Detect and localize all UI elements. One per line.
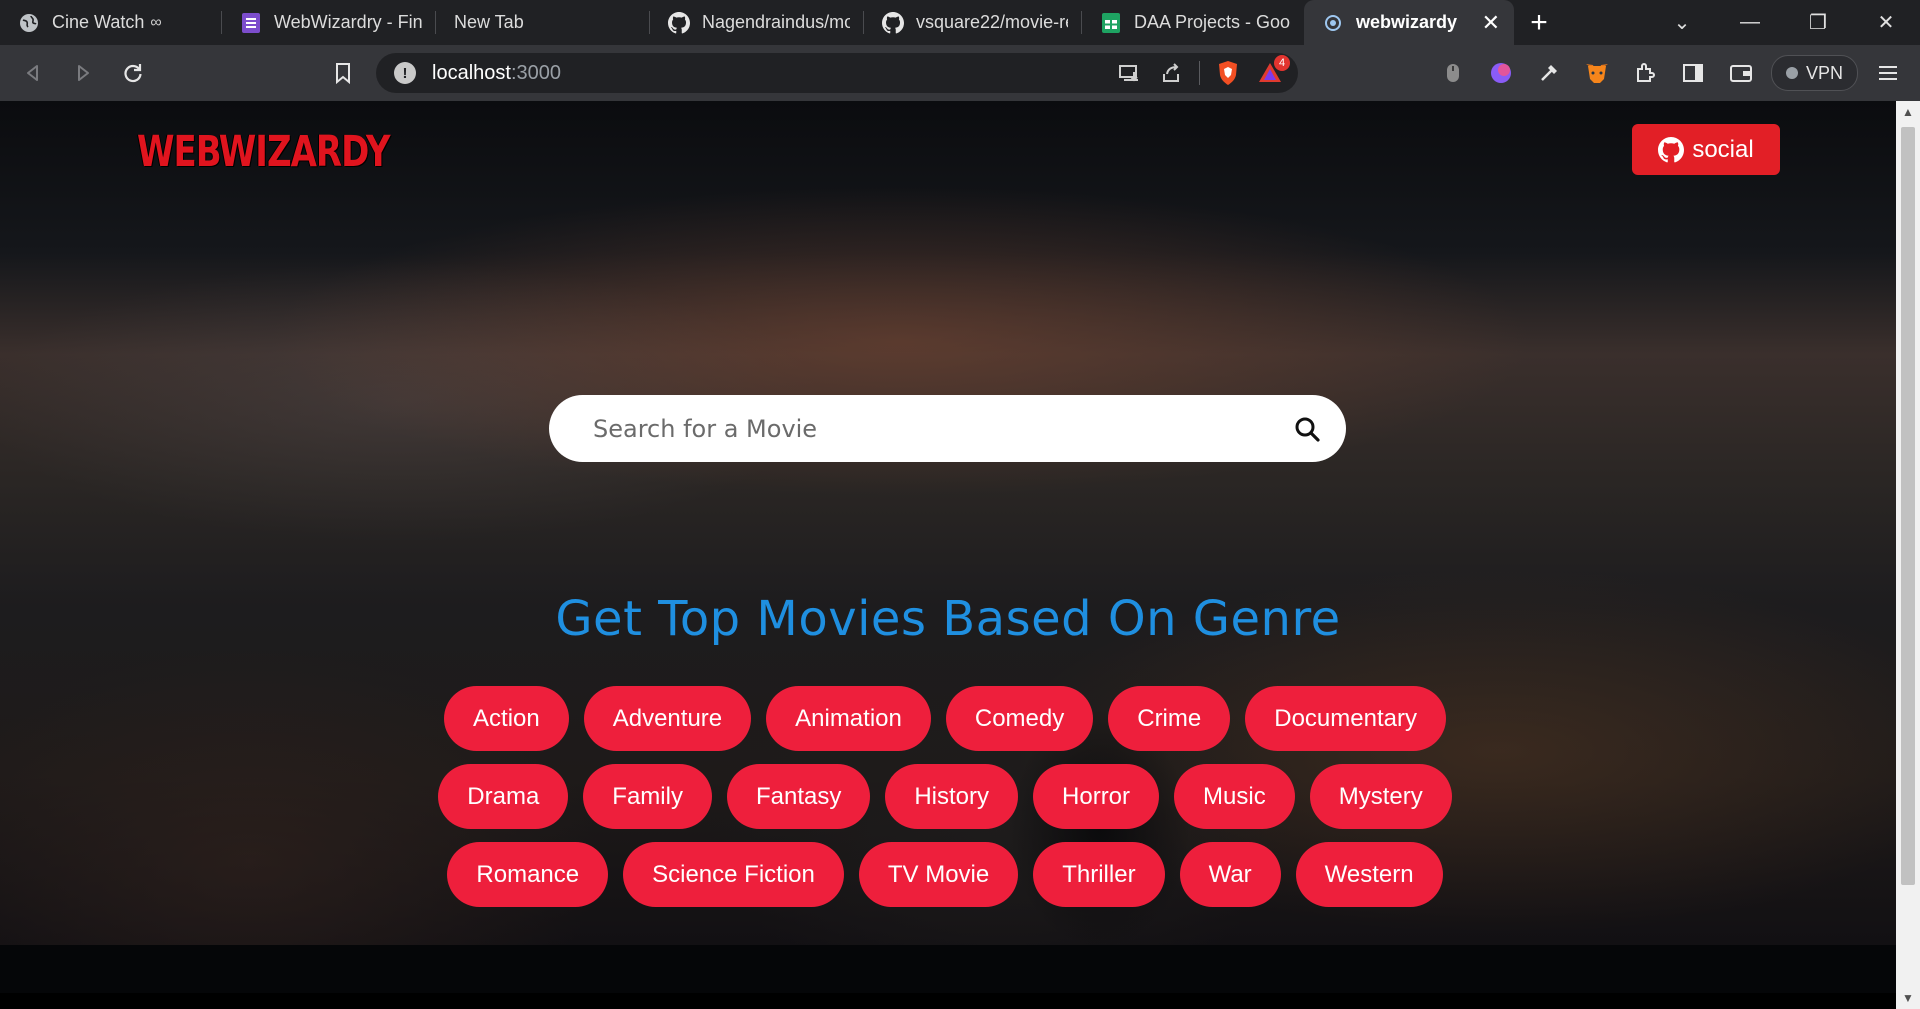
- genre-chip-animation[interactable]: Animation: [766, 686, 931, 751]
- leo-ai-icon[interactable]: [1483, 55, 1519, 91]
- brand-name: WEBWIZARDY: [137, 127, 390, 177]
- back-button[interactable]: [8, 53, 58, 93]
- genre-chip-western[interactable]: Western: [1295, 842, 1443, 907]
- sidebar-toggle-icon[interactable]: [1675, 55, 1711, 91]
- bookmark-button[interactable]: [318, 53, 368, 93]
- mask-icon: ∞: [150, 13, 162, 31]
- tab-github-vsquare22[interactable]: vsquare22/movie-re: [864, 0, 1082, 45]
- divider: [1199, 61, 1200, 85]
- genre-row: Drama Family Fantasy History Horror Musi…: [438, 764, 1452, 829]
- genre-heading: Get Top Movies Based On Genre: [555, 591, 1341, 647]
- tab-title: New Tab: [454, 12, 524, 32]
- search-icon[interactable]: [1292, 414, 1322, 444]
- url-text: localhost:3000: [432, 62, 561, 85]
- install-app-icon[interactable]: [1115, 59, 1143, 87]
- genre-chip-drama[interactable]: Drama: [438, 764, 569, 829]
- forms-icon: [240, 12, 262, 34]
- genre-chip-science-fiction[interactable]: Science Fiction: [623, 842, 844, 907]
- social-button[interactable]: social: [1632, 124, 1780, 175]
- genre-chip-crime[interactable]: Crime: [1108, 686, 1231, 751]
- tab-daa-projects[interactable]: DAA Projects - Goog: [1082, 0, 1304, 45]
- tab-title: webwizardy: [1356, 12, 1458, 32]
- scroll-thumb[interactable]: [1901, 127, 1915, 885]
- scroll-down-icon[interactable]: ▼: [1896, 987, 1920, 1009]
- brave-rewards-icon[interactable]: 4: [1256, 55, 1290, 87]
- reload-button[interactable]: [108, 53, 158, 93]
- page-scrollbar[interactable]: ▲ ▼: [1896, 101, 1920, 1009]
- tab-search-icon[interactable]: ⌄: [1648, 10, 1716, 35]
- search-input[interactable]: [591, 413, 1292, 444]
- genre-chip-music[interactable]: Music: [1174, 764, 1295, 829]
- genre-chip-romance[interactable]: Romance: [447, 842, 609, 907]
- tab-title: WebWizardry - Final: [274, 12, 422, 32]
- url-port: :3000: [510, 61, 561, 84]
- tab-github-nagendraindus[interactable]: Nagendraindus/mov: [650, 0, 864, 45]
- brand-logo[interactable]: WEBWIZARDY: [133, 123, 390, 181]
- genre-chip-horror[interactable]: Horror: [1033, 764, 1160, 829]
- genre-chip-comedy[interactable]: Comedy: [945, 686, 1094, 751]
- tab-cine-watch[interactable]: Cine Watch ∞: [0, 0, 222, 45]
- movie-search-box: [549, 395, 1346, 462]
- new-tab-button[interactable]: +: [1514, 0, 1564, 45]
- camera-icon: [1322, 12, 1344, 34]
- url-host: localhost: [432, 61, 511, 84]
- genre-chip-action[interactable]: Action: [444, 686, 569, 751]
- metamask-icon[interactable]: [1579, 55, 1615, 91]
- github-icon: [1658, 136, 1685, 162]
- genre-chip-fantasy[interactable]: Fantasy: [726, 764, 871, 829]
- tab-title: Nagendraindus/mov: [702, 12, 850, 32]
- genre-chip-family[interactable]: Family: [583, 764, 712, 829]
- forward-button[interactable]: [58, 53, 108, 93]
- extensions-icon[interactable]: [1627, 55, 1663, 91]
- github-icon: [668, 11, 690, 34]
- genre-list: Action Adventure Animation Comedy Crime …: [420, 686, 1470, 907]
- window-close-icon[interactable]: ✕: [1852, 10, 1920, 35]
- tab-title: Cine Watch: [52, 12, 145, 32]
- window-controls: ⌄ — ❐ ✕: [1648, 0, 1920, 45]
- restore-icon[interactable]: ❐: [1784, 10, 1852, 35]
- genre-chip-thriller[interactable]: Thriller: [1033, 842, 1165, 907]
- share-icon[interactable]: [1157, 59, 1185, 87]
- github-icon: [882, 11, 904, 34]
- rewards-badge: 4: [1274, 55, 1290, 71]
- browser-toolbar: ! localhost:3000 4 VPN: [0, 45, 1920, 101]
- scroll-up-icon[interactable]: ▲: [1896, 101, 1920, 123]
- vpn-button[interactable]: VPN: [1770, 55, 1858, 91]
- tab-webwizardry-final[interactable]: WebWizardry - Final: [222, 0, 436, 45]
- address-bar[interactable]: ! localhost:3000 4: [376, 53, 1298, 93]
- browser-tab-strip: Cine Watch ∞ WebWizardry - Final New Tab…: [0, 0, 1920, 45]
- minimize-icon[interactable]: —: [1716, 11, 1784, 34]
- page-viewport: WEBWIZARDY social Get Top Movies Based O…: [0, 101, 1896, 1009]
- menu-icon[interactable]: [1870, 55, 1906, 91]
- genre-chip-adventure[interactable]: Adventure: [583, 686, 752, 751]
- tab-title: vsquare22/movie-re: [916, 12, 1068, 32]
- brave-shields-icon[interactable]: [1214, 59, 1242, 87]
- tab-new-tab[interactable]: New Tab: [436, 0, 650, 45]
- wallet-icon[interactable]: [1723, 55, 1759, 91]
- globe-icon: [18, 12, 40, 34]
- vpn-label: VPN: [1805, 62, 1843, 83]
- close-icon[interactable]: ✕: [1472, 10, 1500, 36]
- genre-chip-tv-movie[interactable]: TV Movie: [858, 842, 1019, 907]
- site-info-icon[interactable]: !: [394, 62, 416, 84]
- mouse-extension-icon[interactable]: [1435, 55, 1471, 91]
- genre-chip-history[interactable]: History: [885, 764, 1019, 829]
- page-footer: [0, 945, 1896, 1009]
- genre-chip-war[interactable]: War: [1179, 842, 1281, 907]
- tab-title: DAA Projects - Goog: [1134, 12, 1290, 32]
- vpn-status-icon: [1785, 67, 1798, 79]
- color-picker-icon[interactable]: [1531, 55, 1567, 91]
- tab-webwizardy-active[interactable]: webwizardy ✕: [1304, 0, 1514, 45]
- genre-row: Romance Science Fiction TV Movie Thrille…: [447, 842, 1443, 907]
- genre-row: Action Adventure Animation Comedy Crime …: [444, 686, 1446, 751]
- genre-chip-documentary[interactable]: Documentary: [1245, 686, 1446, 751]
- genre-chip-mystery[interactable]: Mystery: [1309, 764, 1452, 829]
- sheets-icon: [1100, 12, 1122, 34]
- social-label: social: [1692, 135, 1754, 163]
